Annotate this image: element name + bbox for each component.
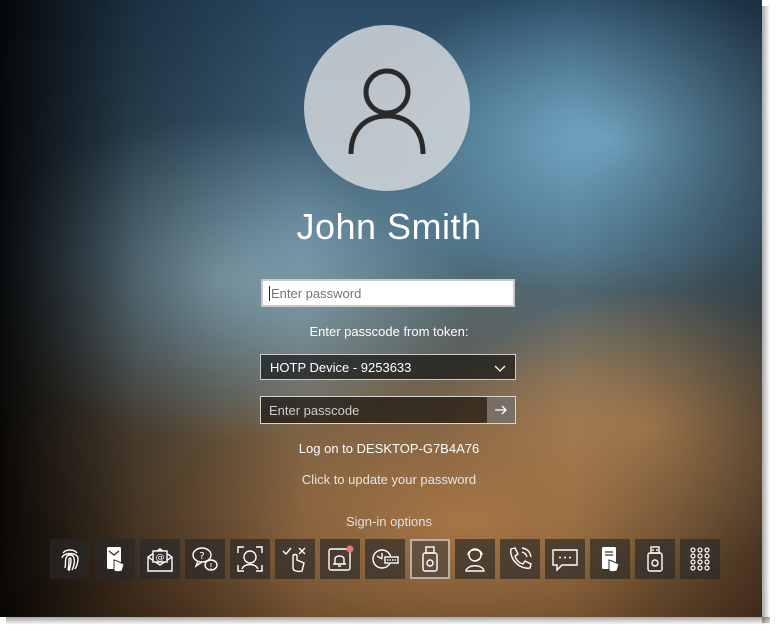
token-device-selected: HOTP Device - 9253633 — [270, 359, 412, 375]
signin-option-help-desk[interactable] — [455, 539, 495, 579]
password-field[interactable] — [261, 279, 515, 307]
window-shadow-bottom — [6, 617, 770, 625]
text-caret — [269, 286, 270, 301]
help-desk-icon — [465, 548, 485, 572]
token-label: Enter passcode from token: — [309, 324, 469, 339]
mobile-otp-icon — [602, 547, 620, 573]
signin-option-usb-key[interactable] — [635, 539, 675, 579]
email-otp-icon: @ — [147, 548, 173, 572]
passcode-field[interactable] — [260, 396, 516, 424]
pin-keypad-icon — [690, 547, 710, 571]
svg-text:?: ? — [199, 551, 204, 562]
password-input[interactable] — [269, 280, 507, 306]
hardware-token-icon — [372, 549, 399, 569]
signin-option-approve-deny[interactable] — [275, 539, 315, 579]
signin-options-label: Sign-in options — [346, 514, 432, 529]
mobile-push-icon — [107, 547, 125, 573]
signin-option-voice-call[interactable] — [500, 539, 540, 579]
signin-option-fingerprint[interactable] — [50, 539, 90, 579]
signin-option-mobile-otp[interactable] — [590, 539, 630, 579]
push-notification-icon — [328, 545, 354, 571]
security-questions-icon: ? ! — [192, 547, 218, 571]
passcode-input[interactable] — [261, 396, 489, 424]
submit-button[interactable] — [487, 397, 515, 423]
touch-approve-deny-icon — [282, 547, 306, 573]
arrow-right-icon — [495, 405, 507, 415]
usb-token-icon — [422, 546, 438, 572]
signin-option-security-questions[interactable]: ? ! — [185, 539, 225, 579]
logon-target: Log on to DESKTOP-G7B4A76 — [298, 441, 480, 456]
window-shadow-right — [762, 6, 770, 623]
signin-option-hardware-token[interactable] — [365, 539, 405, 579]
signin-option-usb-token[interactable] — [410, 539, 450, 579]
fingerprint-icon — [61, 549, 79, 572]
sms-icon — [552, 549, 578, 572]
signin-option-mobile-push[interactable] — [95, 539, 135, 579]
signin-options-bar: @ ? ! — [50, 539, 720, 579]
signin-option-sms[interactable] — [545, 539, 585, 579]
token-device-select[interactable]: HOTP Device - 9253633 — [260, 354, 516, 380]
voice-call-icon — [510, 547, 532, 569]
signin-option-face[interactable] — [230, 539, 270, 579]
user-avatar — [304, 25, 470, 191]
signin-option-pin[interactable] — [680, 539, 720, 579]
user-silhouette-icon — [348, 68, 426, 155]
update-password-link[interactable]: Click to update your password — [0, 472, 778, 487]
face-recognition-icon — [237, 546, 263, 572]
svg-text:@: @ — [156, 553, 165, 563]
chevron-down-icon — [494, 365, 506, 372]
signin-option-push-notification[interactable] — [320, 539, 360, 579]
username: John Smith — [296, 206, 482, 247]
usb-key-icon — [647, 546, 663, 572]
signin-option-email[interactable]: @ — [140, 539, 180, 579]
svg-text:!: ! — [209, 562, 212, 571]
